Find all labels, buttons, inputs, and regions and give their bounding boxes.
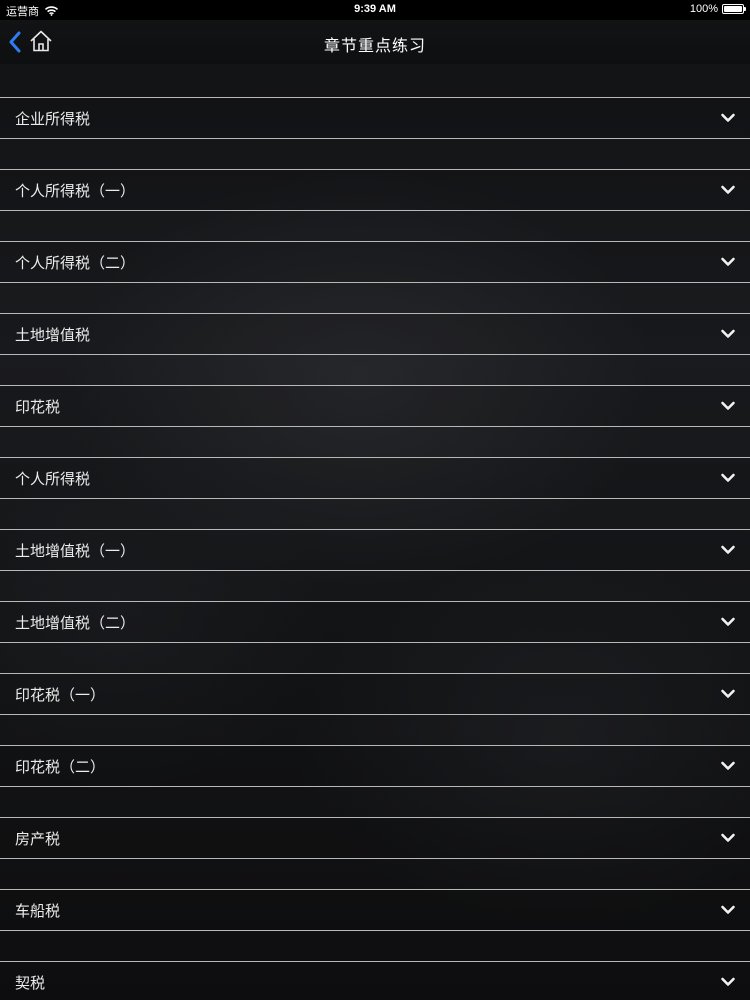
section-label: 个人所得税（二） <box>15 254 136 272</box>
section-row[interactable]: 印花税 <box>0 385 750 427</box>
section-row[interactable]: 个人所得税（一） <box>0 169 750 211</box>
chevron-down-icon[interactable] <box>720 614 736 630</box>
section-row[interactable]: 车船税 <box>0 889 750 931</box>
section-label: 车船税 <box>15 902 61 920</box>
navigation-bar: 章节重点练习 <box>0 20 750 64</box>
chevron-down-icon[interactable] <box>720 902 736 918</box>
battery-indicator: 100% <box>689 3 746 15</box>
section-row[interactable]: 土地增值税（二） <box>0 601 750 643</box>
battery-icon <box>722 4 746 14</box>
section-label: 土地增值税 <box>15 326 91 344</box>
app-screen: 运营商 9:39 AM 100% 章节重点练习 企业所得税 个人所得税（一） 个… <box>0 0 750 1000</box>
section-row[interactable]: 个人所得税（二） <box>0 241 750 283</box>
page-title: 章节重点练习 <box>323 36 426 55</box>
battery-percent: 100% <box>689 3 718 15</box>
chevron-down-icon[interactable] <box>720 254 736 270</box>
section-label: 契税 <box>15 974 46 992</box>
status-time: 9:39 AM <box>354 3 396 15</box>
section-label: 土地增值税（二） <box>15 614 136 632</box>
status-bar: 运营商 9:39 AM 100% <box>0 0 750 20</box>
chevron-down-icon[interactable] <box>720 686 736 702</box>
section-row[interactable]: 契税 <box>0 961 750 1000</box>
chevron-down-icon[interactable] <box>720 758 736 774</box>
section-label: 印花税 <box>15 398 61 416</box>
section-label: 印花税（二） <box>15 758 106 776</box>
section-row[interactable]: 房产税 <box>0 817 750 859</box>
chevron-down-icon[interactable] <box>720 830 736 846</box>
section-row[interactable]: 土地增值税 <box>0 313 750 355</box>
chevron-down-icon[interactable] <box>720 326 736 342</box>
section-label: 土地增值税（一） <box>15 542 136 560</box>
section-label: 印花税（一） <box>15 686 106 704</box>
section-label: 个人所得税（一） <box>15 182 136 200</box>
section-label: 个人所得税 <box>15 470 91 488</box>
section-row[interactable]: 土地增值税（一） <box>0 529 750 571</box>
chevron-down-icon[interactable] <box>720 542 736 558</box>
section-list: 企业所得税个人所得税（一） 个人所得税（二） 土地增值税印花税个人所得税土地增值税（… <box>0 97 750 1000</box>
section-label: 房产税 <box>15 830 61 848</box>
section-label: 企业所得税 <box>15 110 91 128</box>
chevron-down-icon[interactable] <box>720 182 736 198</box>
chevron-down-icon[interactable] <box>720 974 736 990</box>
section-row[interactable]: 个人所得税 <box>0 457 750 499</box>
chevron-down-icon[interactable] <box>720 110 736 126</box>
chevron-down-icon[interactable] <box>720 470 736 486</box>
section-row[interactable]: 企业所得税 <box>0 97 750 139</box>
section-row[interactable]: 印花税（二） <box>0 745 750 787</box>
section-row[interactable]: 印花税（一） <box>0 673 750 715</box>
chevron-down-icon[interactable] <box>720 398 736 414</box>
